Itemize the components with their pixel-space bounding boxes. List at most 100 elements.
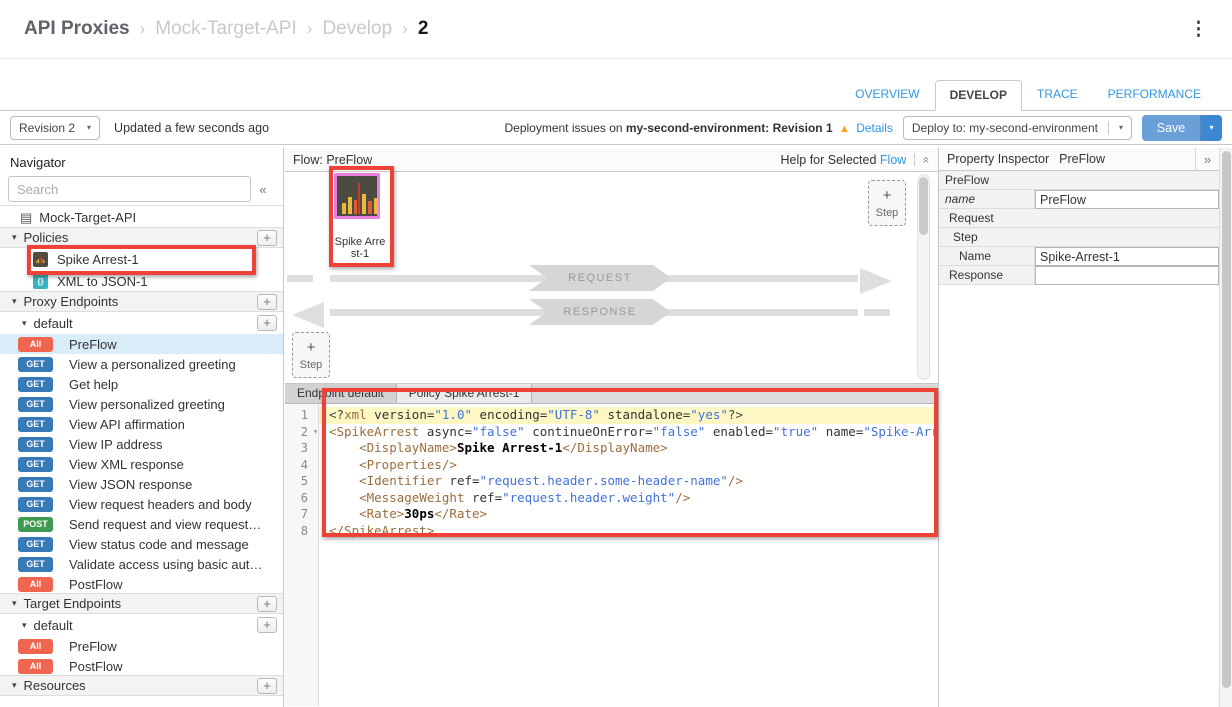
navigator-flow-item[interactable]: GET Validate access using basic aut… [0,554,283,574]
flow-label: PreFlow [69,639,117,654]
divider [914,153,915,166]
triangle-down-icon: ▾ [22,620,27,631]
code-line[interactable]: <Properties/> [319,457,938,474]
add-button[interactable]: + [257,596,277,612]
collapse-navigator-icon[interactable]: « [251,182,275,197]
code-line[interactable]: <MessageWeight ref="request.header.weigh… [319,490,938,507]
spike-arrest-node[interactable] [334,173,380,219]
add-step-button[interactable]: + Step [868,180,906,226]
navigator-flow-item[interactable]: GET Get help [0,374,283,394]
breadcrumb-item[interactable]: Develop [322,18,392,40]
inspector-field-row: Response [939,266,1219,285]
details-link[interactable]: Details [856,121,893,135]
flow-scrollbar[interactable] [917,174,930,380]
divider [1108,121,1109,135]
breadcrumb-item[interactable]: Mock-Target-API [155,18,296,40]
navigator-flow-item[interactable]: GET View a personalized greeting [0,354,283,374]
navigator-section[interactable]: ▾ Resources + [0,675,283,696]
code-line[interactable]: <Rate>30ps</Rate> [319,506,938,523]
tab-develop[interactable]: DEVELOP [935,80,1022,111]
plus-icon: + [883,188,892,203]
inspector-field-input[interactable] [1035,247,1219,266]
breadcrumb-item[interactable]: API Proxies [24,18,130,40]
deploy-select[interactable]: Deploy to: my-second-environment ▾ [903,116,1132,140]
deployment-revision: Revision 1 [773,121,833,135]
collapse-inspector-icon[interactable]: » [1195,148,1219,171]
code-tab[interactable]: Policy Spike Arrest-1 [397,384,533,403]
inspector-field-input[interactable] [1035,190,1219,209]
code-line[interactable]: <Identifier ref="request.header.some-hea… [319,473,938,490]
navigator-flow-item[interactable]: POST Send request and view request… [0,514,283,534]
save-dropdown-button[interactable]: ▾ [1200,115,1222,141]
add-step-button[interactable]: + Step [292,332,330,378]
revision-select-value: Revision 2 [19,121,75,135]
gutter-line-number: 3 [285,440,318,457]
add-button[interactable]: + [257,294,277,310]
method-badge: GET [18,537,53,552]
deploy-select-value: Deploy to: my-second-environment [912,121,1098,135]
collapse-flow-panel-icon[interactable]: « [920,156,934,163]
navigator-section[interactable]: ▾ Policies + [0,227,283,248]
navigator-section[interactable]: ▾ Target Endpoints + [0,593,283,614]
code-line[interactable]: <DisplayName>Spike Arrest-1</DisplayName… [319,440,938,457]
code-line[interactable]: </SpikeArrest> [319,523,938,540]
navigator-policy-item[interactable]: Spike Arrest-1 [0,248,283,270]
navigator-header: Navigator « [0,148,283,206]
fold-caret-icon[interactable]: ▾ [313,424,318,441]
section-label: Resources [24,678,86,693]
inspector-section-label: Step [939,228,1219,246]
navigator-flow-item[interactable]: GET View request headers and body [0,494,283,514]
tab-performance[interactable]: PERFORMANCE [1093,79,1216,110]
method-badge: GET [18,417,53,432]
add-button[interactable]: + [257,617,277,633]
navigator-subsection[interactable]: ▾ default + [0,312,283,334]
help-flow-link[interactable]: Flow [880,153,906,167]
policy-label: Spike Arrest-1 [57,252,139,267]
navigator-flow-item[interactable]: GET View IP address [0,434,283,454]
code-tab[interactable]: Endpoint default [285,384,397,403]
gutter-line-number: 7 [285,506,318,523]
node-label: Spike Arrest-1 [333,236,387,260]
navigator-flow-item[interactable]: GET View status code and message [0,534,283,554]
chevron-down-icon: ▾ [87,123,91,132]
navigator-item-proxy-root[interactable]: ▤ Mock-Target-API [0,206,283,228]
tab-trace[interactable]: TRACE [1022,79,1093,110]
inspector-field-row: name [939,190,1219,209]
navigator-flow-item[interactable]: GET View XML response [0,454,283,474]
inspector-field-input[interactable] [1035,266,1219,285]
property-inspector-header: Property Inspector PreFlow » [939,148,1232,171]
inspector-section-row: PreFlow [939,171,1219,190]
inspector-scrollbar[interactable] [1219,148,1232,707]
navigator-flow-item[interactable]: GET View personalized greeting [0,394,283,414]
code-line[interactable]: <?xml version="1.0" encoding="UTF-8" sta… [319,407,938,424]
triangle-down-icon: ▾ [12,680,17,691]
navigator-policy-item[interactable]: {} XML to JSON-1 [0,270,283,292]
scrollbar-thumb[interactable] [1222,151,1231,688]
add-button[interactable]: + [257,315,277,331]
flow-header: Flow: PreFlow Help for Selected Flow « [285,148,938,172]
code-line[interactable]: <SpikeArrest async="false" continueOnErr… [319,424,938,441]
navigator-subsection[interactable]: ▾ default + [0,614,283,636]
method-badge: GET [18,557,53,572]
navigator-section[interactable]: ▾ Proxy Endpoints + [0,291,283,312]
navigator-flow-item[interactable]: All PostFlow [0,656,283,676]
add-button[interactable]: + [257,230,277,246]
add-button[interactable]: + [257,678,277,694]
gutter-line-number: 6 [285,490,318,507]
flow-label: PostFlow [69,577,122,592]
scrollbar-thumb[interactable] [919,177,928,235]
navigator-flow-item[interactable]: All PostFlow [0,574,283,594]
tab-overview[interactable]: OVERVIEW [840,79,934,110]
search-input[interactable] [8,176,251,202]
navigator-flow-item[interactable]: All PreFlow [0,334,283,354]
navigator-flow-item[interactable]: All PreFlow [0,636,283,656]
code-lines[interactable]: <?xml version="1.0" encoding="UTF-8" sta… [319,404,938,706]
navigator-flow-item[interactable]: GET View API affirmation [0,414,283,434]
flow-title: Flow: PreFlow [293,153,372,167]
navigator-flow-item[interactable]: GET View JSON response [0,474,283,494]
kebab-menu-icon[interactable]: ⋮ [1189,18,1208,41]
save-button[interactable]: Save [1142,115,1200,141]
flow-label: View a personalized greeting [69,357,236,372]
code-tabs-chevron-icon[interactable]: ▾ [913,384,938,403]
revision-select[interactable]: Revision 2 ▾ [10,116,100,140]
